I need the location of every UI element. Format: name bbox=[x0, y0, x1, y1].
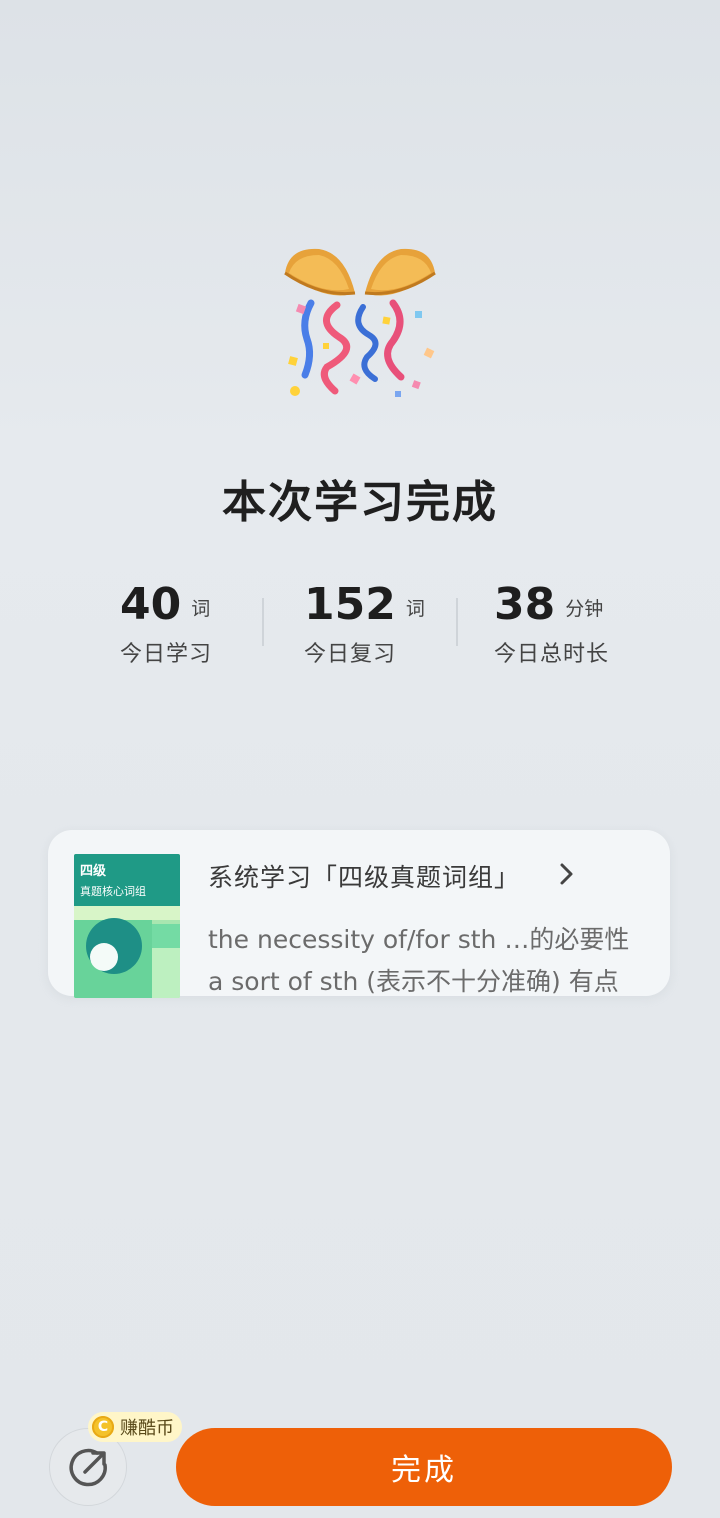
completion-title: 本次学习完成 bbox=[222, 477, 498, 528]
card-title-row[interactable]: 系统学习「四级真题词组」 bbox=[208, 858, 648, 894]
cover-subtitle: 真题核心词组 bbox=[80, 885, 146, 898]
earn-coins-badge[interactable]: C 赚酷币 bbox=[88, 1412, 182, 1442]
coin-icon: C bbox=[92, 1416, 114, 1438]
stat-divider bbox=[262, 598, 264, 646]
stat-duration: 38 分钟 今日总时长 bbox=[494, 580, 609, 668]
party-popper-icon bbox=[275, 245, 445, 405]
stat-reviewed: 152 词 今日复习 bbox=[304, 580, 425, 668]
stat-label: 今日总时长 bbox=[494, 642, 610, 667]
cover-title: 四级 bbox=[80, 864, 107, 879]
card-example-line: the necessity of/for sth …的必要性 bbox=[208, 925, 630, 954]
chevron-right-icon bbox=[556, 860, 578, 888]
stat-divider bbox=[456, 598, 458, 646]
daily-stats: 40 词 今日学习 152 词 今日复习 38 分钟 今日总时长 bbox=[0, 580, 720, 680]
stat-learned: 40 词 今日学习 bbox=[120, 580, 212, 668]
coin-badge-label: 赚酷币 bbox=[120, 1418, 174, 1439]
done-button[interactable]: 完成 bbox=[176, 1428, 672, 1506]
study-complete-screen: 本次学习完成 40 词 今日学习 152 词 今日复习 38 分钟 今日总时长 bbox=[0, 0, 720, 1518]
stat-unit: 词 bbox=[191, 598, 211, 620]
stat-value: 152 bbox=[304, 579, 396, 630]
stat-unit: 词 bbox=[405, 598, 425, 620]
card-title: 系统学习「四级真题词组」 bbox=[208, 863, 521, 892]
stat-unit: 分钟 bbox=[565, 598, 604, 620]
stat-value: 38 bbox=[494, 579, 556, 630]
stat-value: 40 bbox=[120, 579, 182, 630]
share-arrow-icon bbox=[69, 1448, 107, 1487]
stat-label: 今日学习 bbox=[120, 642, 213, 667]
stat-label: 今日复习 bbox=[304, 642, 397, 667]
book-cover: 四级 真题核心词组 bbox=[74, 854, 180, 998]
card-example-line: a sort of sth (表示不十分准确) 有点 bbox=[208, 967, 619, 996]
course-card[interactable]: 四级 真题核心词组 系统学习「四级真题词组」 the necessity of/… bbox=[48, 830, 670, 998]
